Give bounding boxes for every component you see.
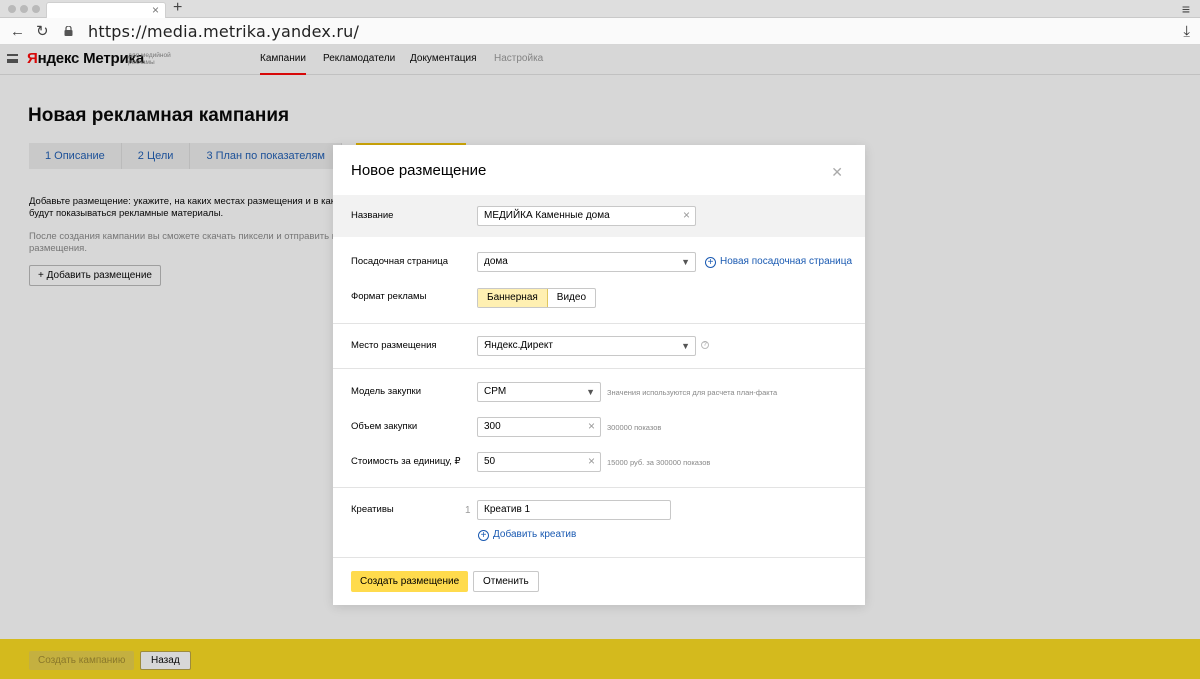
- back-icon[interactable]: ←: [10, 18, 25, 45]
- clear-icon[interactable]: ×: [588, 453, 595, 470]
- chevron-down-icon: ▼: [681, 257, 690, 267]
- close-icon[interactable]: ✕: [831, 165, 843, 179]
- clear-icon[interactable]: ×: [588, 418, 595, 435]
- cancel-button[interactable]: Отменить: [473, 571, 539, 592]
- divider: [333, 487, 865, 488]
- format-banner-option[interactable]: Баннерная: [478, 289, 548, 307]
- cost-input[interactable]: 50 ×: [477, 452, 601, 472]
- download-icon[interactable]: ⤓: [1183, 18, 1190, 45]
- name-input[interactable]: МЕДИЙКА Каменные дома ×: [477, 206, 696, 226]
- cost-label: Стоимость за единицу, ₽: [351, 456, 461, 467]
- model-hint: Значения используются для расчета план-ф…: [607, 388, 778, 397]
- creative-index: 1: [465, 505, 471, 516]
- new-placement-dialog: Новое размещение ✕ Название МЕДИЙКА Каме…: [333, 145, 865, 605]
- clear-icon[interactable]: ×: [683, 207, 690, 224]
- model-label: Модель закупки: [351, 386, 421, 397]
- window-dot-icon[interactable]: [20, 5, 28, 13]
- format-video-option[interactable]: Видео: [548, 289, 595, 307]
- divider: [333, 368, 865, 369]
- place-label: Место размещения: [351, 340, 437, 351]
- add-creative-link[interactable]: + Добавить креатив: [478, 528, 576, 542]
- place-select[interactable]: Яндекс.Директ ▼: [477, 336, 696, 356]
- browser-tab-strip: × + ≡: [0, 0, 1200, 18]
- create-placement-button[interactable]: Создать размещение: [351, 571, 469, 592]
- chevron-down-icon: ▼: [681, 341, 690, 351]
- browser-tab[interactable]: ×: [46, 2, 166, 18]
- dialog-title: Новое размещение: [351, 162, 487, 179]
- creative-input[interactable]: Креатив 1: [477, 500, 671, 520]
- divider: [333, 323, 865, 324]
- address-bar: ← ↻ https://media.metrika.yandex.ru/ ⤓: [0, 18, 1200, 45]
- plus-icon: +: [705, 257, 716, 268]
- help-icon[interactable]: ?: [701, 341, 709, 349]
- window-dot-icon[interactable]: [8, 5, 16, 13]
- plus-icon: +: [478, 530, 489, 541]
- volume-input[interactable]: 300 ×: [477, 417, 601, 437]
- landing-label: Посадочная страница: [351, 256, 448, 267]
- name-label: Название: [351, 210, 394, 221]
- url-field[interactable]: https://media.metrika.yandex.ru/: [88, 18, 359, 45]
- new-landing-link[interactable]: + Новая посадочная страница: [705, 255, 852, 269]
- landing-select[interactable]: дома ▼: [477, 252, 696, 272]
- volume-label: Объем закупки: [351, 421, 418, 432]
- close-tab-icon[interactable]: ×: [152, 3, 159, 18]
- format-label: Формат рекламы: [351, 291, 427, 302]
- new-tab-icon[interactable]: +: [173, 0, 182, 17]
- model-select[interactable]: CPM ▼: [477, 382, 601, 402]
- lock-icon: [64, 26, 73, 36]
- window-dot-icon[interactable]: [32, 5, 40, 13]
- format-toggle: Баннерная Видео: [477, 288, 597, 308]
- creatives-label: Креативы: [351, 504, 394, 515]
- menu-icon[interactable]: ≡: [1182, 0, 1190, 18]
- reload-icon[interactable]: ↻: [36, 18, 49, 45]
- divider: [333, 557, 865, 558]
- volume-hint: 300000 показов: [607, 423, 662, 432]
- chevron-down-icon: ▼: [586, 387, 595, 397]
- cost-hint: 15000 руб. за 300000 показов: [607, 458, 711, 467]
